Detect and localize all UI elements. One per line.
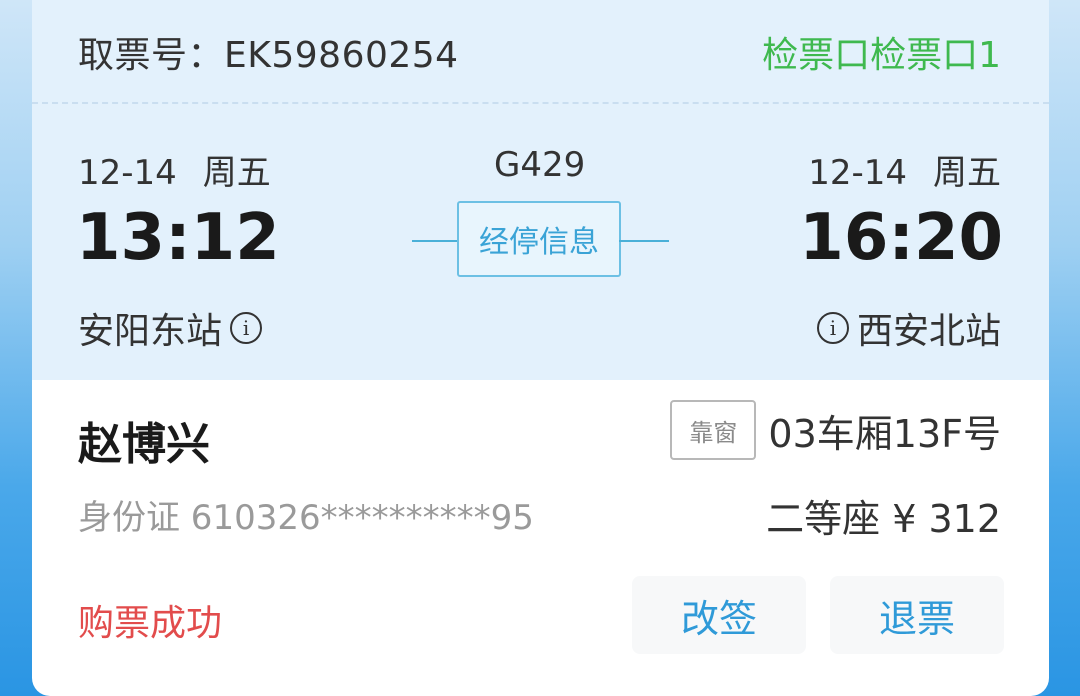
- seat-info: 靠窗 03车厢13F号: [670, 400, 1001, 460]
- departure-date: 12-14 周五: [78, 145, 271, 194]
- id-number: 身份证 610326**********95: [78, 498, 534, 538]
- route-line-left: [412, 240, 459, 242]
- info-circle-icon[interactable]: i: [816, 312, 849, 344]
- stop-info-button[interactable]: 经停信息: [457, 201, 621, 277]
- departure-date-value: 12-14: [78, 153, 177, 193]
- seat-number: 03车厢13F号: [768, 411, 1001, 456]
- departure-station-name: 安阳东站: [78, 311, 223, 352]
- divider: [32, 102, 1049, 104]
- departure-station[interactable]: 安阳东站 i: [78, 302, 263, 354]
- route-line-right: [619, 240, 669, 242]
- change-ticket-button[interactable]: 改签: [632, 576, 806, 654]
- passenger-name: 赵博兴: [78, 419, 210, 470]
- departure-time: 13:12: [76, 201, 280, 275]
- arrival-date-value: 12-14: [808, 153, 907, 193]
- ticket-number: 取票号：EK59860254: [78, 35, 459, 76]
- departure-weekday: 周五: [202, 153, 271, 193]
- gate-info: 检票口检票口1: [762, 35, 1001, 76]
- seat-class-price: 二等座 ¥ 312: [766, 497, 1001, 541]
- arrival-time: 16:20: [799, 201, 1003, 275]
- train-number: G429: [494, 145, 586, 185]
- ticket-card: 取票号：EK59860254 检票口检票口1 12-14 周五 G429 12-1…: [32, 0, 1049, 696]
- arrival-date: 12-14 周五: [808, 145, 1001, 194]
- arrival-station-name: 西安北站: [856, 311, 1001, 352]
- purchase-status: 购票成功: [78, 603, 223, 644]
- refund-ticket-button[interactable]: 退票: [830, 576, 1004, 654]
- window-seat-badge: 靠窗: [670, 400, 757, 460]
- info-circle-icon[interactable]: i: [230, 312, 263, 344]
- arrival-weekday: 周五: [933, 153, 1001, 193]
- arrival-station[interactable]: i 西安北站: [816, 302, 1001, 354]
